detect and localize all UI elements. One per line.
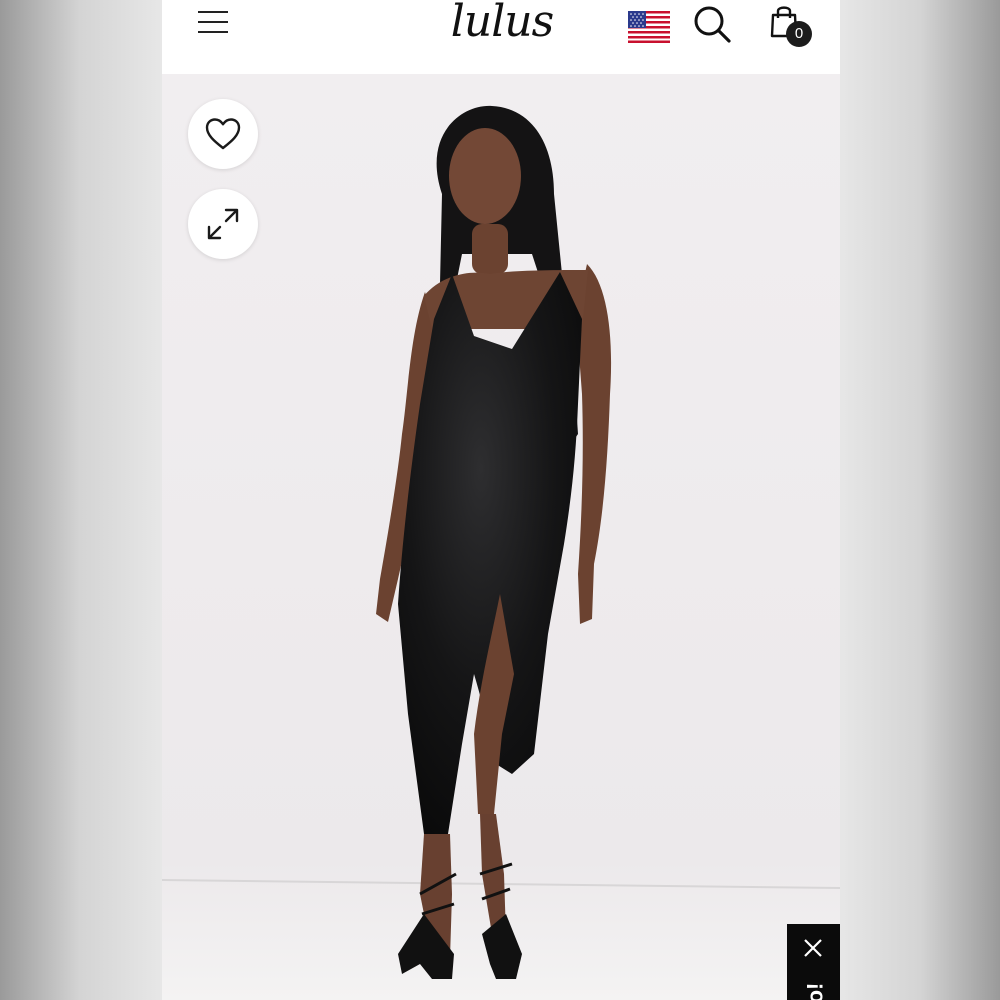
close-icon [804, 939, 822, 957]
site-logo[interactable]: lulus [432, 0, 572, 50]
cart-button[interactable]: 0 [768, 4, 814, 48]
promo-text[interactable]: o! [802, 983, 828, 1000]
site-header: lulus 0 [162, 0, 840, 74]
product-image[interactable] [162, 74, 840, 1000]
cart-count-badge: 0 [786, 21, 812, 47]
promo-close-button[interactable] [799, 934, 827, 962]
phone-screen: lulus 0 o! [162, 0, 840, 1000]
expand-image-button[interactable] [188, 189, 258, 259]
menu-button[interactable] [194, 8, 232, 38]
promo-tab[interactable]: o! [787, 924, 840, 1000]
heart-icon [205, 118, 241, 150]
country-selector[interactable] [628, 11, 670, 43]
expand-arrows-icon [207, 208, 239, 240]
us-flag-icon [628, 11, 670, 43]
search-icon [694, 6, 731, 43]
wishlist-button[interactable] [188, 99, 258, 169]
search-button[interactable] [692, 4, 732, 44]
